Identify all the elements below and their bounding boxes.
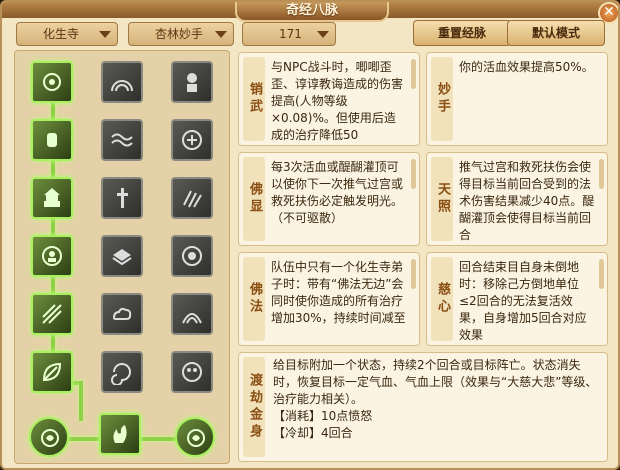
buddha-icon	[42, 246, 62, 266]
talent-desc: 队伍中只有一个化生寺弟子时：带有“佛法无边”会同时使你造成的所有治疗增加30%，…	[271, 260, 406, 325]
scrollbar[interactable]	[599, 159, 604, 189]
node-dragon[interactable]	[171, 119, 213, 161]
node-monk[interactable]	[171, 61, 213, 103]
talent-name: 妙手	[431, 57, 453, 141]
points-value: 171	[279, 27, 302, 41]
node-pagoda[interactable]	[31, 177, 73, 219]
node-claw[interactable]	[171, 177, 213, 219]
node-sword[interactable]	[101, 177, 143, 219]
talent-desc: 与NPC战斗时，唧唧歪歪、谆谆教诲造成的伤害提高(人物等级×0.08)%。但使用…	[271, 60, 404, 142]
node-book[interactable]	[101, 235, 143, 277]
talent-card[interactable]: 销武 与NPC战斗时，唧唧歪歪、谆谆教诲造成的伤害提高(人物等级×0.08)%。…	[238, 52, 420, 146]
node-hand[interactable]	[31, 119, 73, 161]
talent-cost: 【消耗】10点愤怒	[273, 409, 373, 423]
node-wave[interactable]	[101, 119, 143, 161]
school-dropdown-value: 化生寺	[43, 27, 80, 41]
style-dropdown[interactable]: 杏林妙手	[128, 22, 234, 46]
node-coin-left[interactable]	[29, 417, 69, 457]
node-coin-right[interactable]	[175, 417, 215, 457]
hand-icon	[47, 133, 57, 147]
node-robe[interactable]	[171, 293, 213, 335]
rainbow-icon	[111, 80, 133, 92]
node-lotus[interactable]	[31, 61, 73, 103]
flame-hand-icon	[113, 425, 127, 443]
monk-silhouette-icon	[187, 73, 197, 92]
node-buddha[interactable]	[31, 235, 73, 277]
rays-icon	[42, 304, 62, 324]
coin-right-icon	[187, 429, 205, 447]
talent-name: 渡劫金身	[243, 357, 265, 457]
talent-desc: 回合结束目自身未倒地时：移除己方倒地单位≤2回合的无法复活效果，自身增加5回合对…	[459, 260, 587, 342]
talent-desc: 你的活血效果提高50%。	[459, 60, 594, 74]
school-dropdown[interactable]: 化生寺	[16, 22, 118, 46]
talent-card[interactable]: 佛法 队伍中只有一个化生寺弟子时：带有“佛法无边”会同时使你造成的所有治疗增加3…	[238, 252, 420, 346]
talent-card-special[interactable]: 渡劫金身 给目标附加一个状态，持续2个回合或目标阵亡。状态消失时，恢复目标一定气…	[238, 352, 608, 462]
talent-card[interactable]: 慈心 回合结束目自身未倒地时：移除己方倒地单位≤2回合的无法复活效果，自身增加5…	[426, 252, 608, 346]
leaf-icon	[42, 362, 62, 382]
talent-desc: 推气过宫和救死扶伤会使得目标当前回合受到的法术伤害结果减少40点。醍醐灌顶会使得…	[459, 160, 595, 242]
cloud-icon	[112, 307, 132, 320]
book-icon	[112, 249, 132, 266]
node-cloud[interactable]	[101, 293, 143, 335]
node-swirl[interactable]	[101, 351, 143, 393]
lotus-icon	[43, 73, 61, 91]
talent-desc: 给目标附加一个状态，持续2个回合或目标阵亡。状态消失时，恢复目标一定气血、气血上…	[273, 358, 598, 406]
sword-icon	[117, 188, 128, 208]
talent-card[interactable]: 妙手 你的活血效果提高50%。	[426, 52, 608, 146]
node-face[interactable]	[171, 235, 213, 277]
talent-name: 慈心	[431, 257, 453, 341]
swirl-icon	[111, 363, 131, 385]
talent-cooldown: 【冷却】4回合	[273, 426, 353, 440]
scrollbar[interactable]	[599, 259, 604, 289]
talent-desc: 每3次活血或醍醐灌顶可以使你下一次推气过宫或救死扶伤必定触发明光。（不可驱散）	[271, 160, 404, 225]
coin-left-icon	[41, 429, 59, 447]
face-icon	[182, 246, 202, 266]
mask-icon	[182, 362, 202, 382]
meridian-window: 奇经八脉 ✕ 化生寺 杏林妙手 171 重置经脉 默认模式 销武 与NPC战斗时…	[0, 0, 620, 470]
path-line	[79, 381, 83, 421]
chevron-down-icon	[215, 31, 227, 38]
scrollbar[interactable]	[411, 259, 416, 289]
claw-icon	[183, 190, 202, 208]
node-rays[interactable]	[31, 293, 73, 335]
talent-name: 佛法	[243, 257, 265, 341]
scrollbar[interactable]	[411, 59, 416, 89]
talent-name: 佛显	[243, 157, 265, 241]
window-title: 奇经八脉	[235, 2, 389, 22]
talent-card[interactable]: 佛显 每3次活血或醍醐灌顶可以使你下一次推气过宫或救死扶伤必定触发明光。（不可驱…	[238, 152, 420, 246]
chevron-down-icon	[317, 31, 329, 38]
scrollbar[interactable]	[411, 159, 416, 189]
points-dropdown[interactable]: 171	[242, 22, 336, 46]
default-mode-button[interactable]: 默认模式	[507, 20, 605, 46]
talent-card[interactable]: 天照 推气过宫和救死扶伤会使得目标当前回合受到的法术伤害结果减少40点。醍醐灌顶…	[426, 152, 608, 246]
pagoda-icon	[44, 188, 60, 207]
node-mask[interactable]	[171, 351, 213, 393]
node-flame-hand[interactable]	[99, 413, 141, 455]
node-rainbow[interactable]	[101, 61, 143, 103]
talent-name: 天照	[431, 157, 453, 241]
node-leaf[interactable]	[31, 351, 73, 393]
talent-desc-block: 给目标附加一个状态，持续2个回合或目标阵亡。状态消失时，恢复目标一定气血、气血上…	[273, 357, 599, 459]
wave-icon	[111, 133, 133, 147]
talent-name: 销武	[243, 57, 265, 141]
meridian-grid	[14, 50, 230, 464]
chevron-down-icon	[99, 31, 111, 38]
dragon-icon	[182, 130, 202, 150]
reset-meridian-button[interactable]: 重置经脉	[413, 20, 511, 46]
robe-icon	[182, 313, 202, 324]
style-dropdown-value: 杏林妙手	[155, 27, 204, 41]
